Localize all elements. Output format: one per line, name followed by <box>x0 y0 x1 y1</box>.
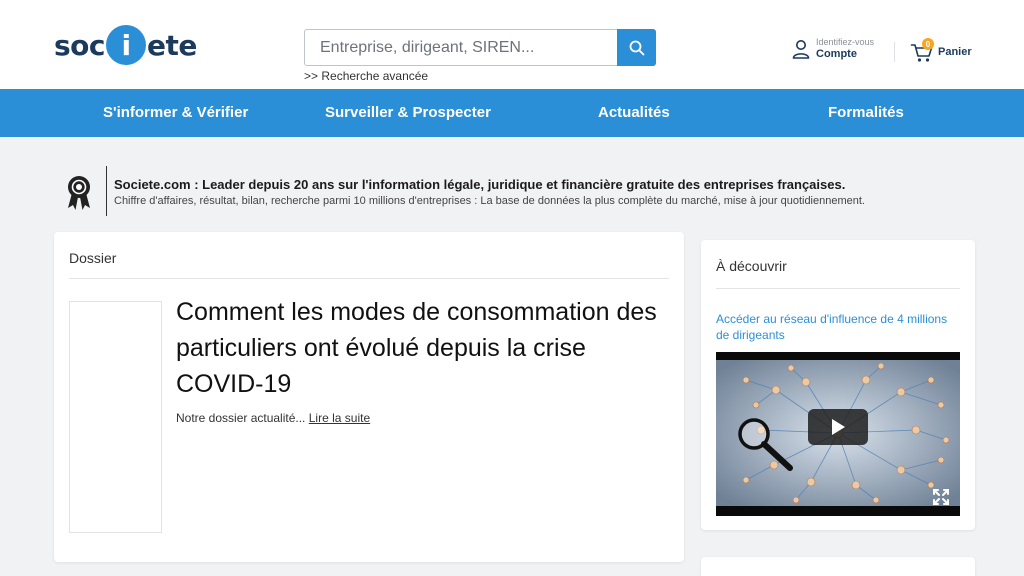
main-nav: S'informer & Vérifier Surveiller & Prosp… <box>0 89 1024 137</box>
user-icon <box>792 39 810 59</box>
cart-label: Panier <box>938 46 972 58</box>
excerpt-text: Notre dossier actualité... <box>176 411 306 425</box>
banner-subtitle: Chiffre d'affaires, résultat, bilan, rec… <box>114 195 865 207</box>
header-divider <box>894 42 895 62</box>
societe-logo[interactable]: soc i ete <box>54 22 197 68</box>
search-button[interactable] <box>617 29 656 66</box>
account-button[interactable]: Identifiez-vous Compte <box>792 37 875 60</box>
account-prompt: Identifiez-vous <box>816 37 875 47</box>
read-more-link[interactable]: Lire la suite <box>309 411 370 425</box>
search-icon <box>629 40 644 55</box>
play-button[interactable] <box>808 409 868 445</box>
dossier-divider <box>69 278 669 279</box>
video-player[interactable] <box>716 352 960 516</box>
dossier-heading: Dossier <box>69 250 117 266</box>
cart-button[interactable]: 0 Panier <box>910 38 972 64</box>
logo-text-start: soc <box>54 28 106 62</box>
discover-card: À découvrir Accéder au réseau d'influenc… <box>701 240 975 530</box>
logo-text-end: ete <box>147 28 197 62</box>
discover-divider <box>716 288 960 289</box>
site-header: societe >> Recherche avancée Identifiez-… <box>0 0 1024 89</box>
banner-separator <box>106 166 107 216</box>
search-box <box>304 29 656 66</box>
nav-item-sinformer-verifier[interactable]: S'informer & Vérifier <box>103 89 248 137</box>
search-input[interactable] <box>305 30 617 65</box>
nav-item-surveiller-prospecter[interactable]: Surveiller & Prospecter <box>325 89 491 137</box>
dossier-card: Dossier Comment les modes de consommatio… <box>54 232 684 562</box>
influence-network-link[interactable]: Accéder au réseau d'influence de 4 milli… <box>716 311 960 343</box>
article-title[interactable]: Comment les modes de consommation des pa… <box>176 294 666 402</box>
account-label: Compte <box>816 47 857 60</box>
cart-count-badge: 0 <box>922 38 934 50</box>
fullscreen-button[interactable] <box>931 487 951 507</box>
expand-icon <box>933 489 949 505</box>
banner-title: Societe.com : Leader depuis 20 ans sur l… <box>114 177 846 192</box>
article-excerpt: Notre dossier actualité... Lire la suite <box>176 411 370 425</box>
logo-i-circle: i <box>106 25 146 65</box>
nav-item-formalites[interactable]: Formalités <box>828 89 904 137</box>
article-thumbnail[interactable] <box>69 301 162 533</box>
discover-heading: À découvrir <box>716 258 787 274</box>
nav-item-actualites[interactable]: Actualités <box>598 89 670 137</box>
play-icon <box>832 419 845 435</box>
advanced-search-link[interactable]: >> Recherche avancée <box>304 69 428 83</box>
secondary-side-card <box>701 557 975 576</box>
logo-wordmark: soc i ete <box>54 25 197 65</box>
award-icon <box>68 176 90 210</box>
